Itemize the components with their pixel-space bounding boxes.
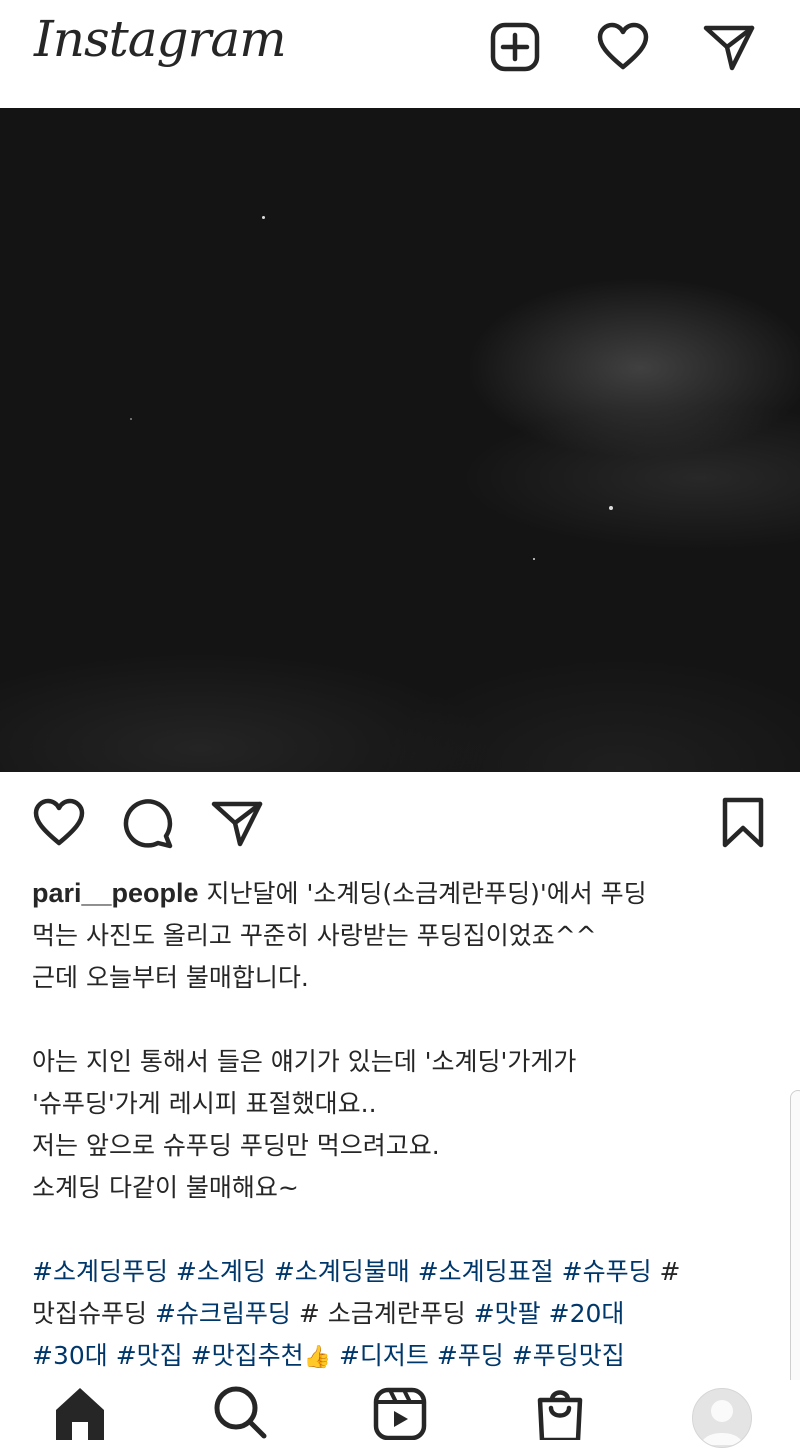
- photo-star: [262, 216, 265, 219]
- instagram-logo[interactable]: Instagram: [34, 10, 287, 68]
- hashtag-link[interactable]: #슈크림푸딩: [155, 1299, 291, 1328]
- hashtag-link[interactable]: #디저트: [339, 1341, 429, 1370]
- caption-line: 먹는 사진도 올리고 꾸준히 사랑받는 푸딩집이었죠^^: [32, 921, 597, 950]
- caption-line: 아는 지인 통해서 들은 얘기가 있는데 '소계딩'가게가: [32, 1047, 577, 1076]
- hashtag-link[interactable]: #30대: [32, 1341, 108, 1370]
- thumbs-up-emoji: 👍: [303, 1345, 331, 1370]
- hashtag-fragment: 맛집슈푸딩: [32, 1299, 148, 1328]
- caption-line: pari__people 지난달에 '소계딩(소금계란푸딩)'에서 푸딩: [32, 872, 772, 915]
- hashtag-fragment: #: [659, 1257, 681, 1286]
- plus-square-icon[interactable]: [488, 20, 542, 74]
- hashtag-link[interactable]: #20대: [549, 1299, 625, 1328]
- scroll-handle[interactable]: [790, 1090, 800, 1397]
- caption-line: 소계딩 다같이 불매해요~: [32, 1173, 299, 1202]
- bottom-nav: [0, 1380, 800, 1440]
- home-icon[interactable]: [52, 1384, 108, 1440]
- post-caption: pari__people 지난달에 '소계딩(소금계란푸딩)'에서 푸딩 먹는 …: [32, 872, 772, 1379]
- profile-avatar[interactable]: [692, 1388, 752, 1448]
- hashtag-link[interactable]: #푸딩맛집: [512, 1341, 625, 1370]
- like-heart-icon[interactable]: [32, 796, 86, 850]
- photo-star: [130, 418, 132, 420]
- post-username[interactable]: pari__people: [32, 878, 199, 908]
- shop-bag-icon[interactable]: [532, 1384, 588, 1440]
- paper-plane-icon[interactable]: [702, 20, 756, 74]
- hashtag-link[interactable]: #소계딩표절: [418, 1257, 554, 1286]
- post-photo[interactable]: [0, 108, 800, 772]
- hashtag-line: 맛집슈푸딩 #슈크림푸딩 # 소금계란푸딩 #맛팔 #20대: [32, 1293, 772, 1335]
- hashtag-link[interactable]: #소계딩불매: [274, 1257, 410, 1286]
- caption-line: '슈푸딩'가게 레시피 표절했대요..: [32, 1089, 377, 1118]
- caption-line: 근데 오늘부터 불매합니다.: [32, 963, 309, 992]
- hashtag-link[interactable]: #소계딩푸딩: [32, 1257, 168, 1286]
- hashtag-link[interactable]: #슈푸딩: [562, 1257, 652, 1286]
- hashtag-link[interactable]: #소계딩: [176, 1257, 266, 1286]
- heart-icon[interactable]: [596, 20, 650, 74]
- caption-line: 저는 앞으로 슈푸딩 푸딩만 먹으려고요.: [32, 1131, 440, 1160]
- caption-text: 지난달에 '소계딩(소금계란푸딩)'에서 푸딩: [198, 879, 647, 908]
- reels-icon[interactable]: [372, 1384, 428, 1440]
- hashtag-fragment: # 소금계란푸딩: [298, 1299, 466, 1328]
- comment-bubble-icon[interactable]: [120, 796, 174, 850]
- default-avatar-icon: [701, 1400, 743, 1445]
- hashtag-link[interactable]: #맛팔: [474, 1299, 541, 1328]
- share-paper-plane-icon[interactable]: [210, 796, 264, 850]
- photo-star: [533, 558, 535, 560]
- photo-star: [609, 506, 613, 510]
- hashtag-line: #소계딩푸딩 #소계딩 #소계딩불매 #소계딩표절 #슈푸딩 #: [32, 1251, 772, 1293]
- top-bar: Instagram: [0, 0, 800, 108]
- hashtag-line: #30대 #맛집 #맛집추천👍 #디저트 #푸딩 #푸딩맛집: [32, 1335, 772, 1379]
- hashtag-link[interactable]: #푸딩: [437, 1341, 504, 1370]
- hashtag-link[interactable]: #맛집: [116, 1341, 183, 1370]
- search-icon[interactable]: [212, 1384, 268, 1440]
- hashtag-link[interactable]: #맛집추천: [191, 1341, 304, 1370]
- bookmark-icon[interactable]: [716, 796, 770, 850]
